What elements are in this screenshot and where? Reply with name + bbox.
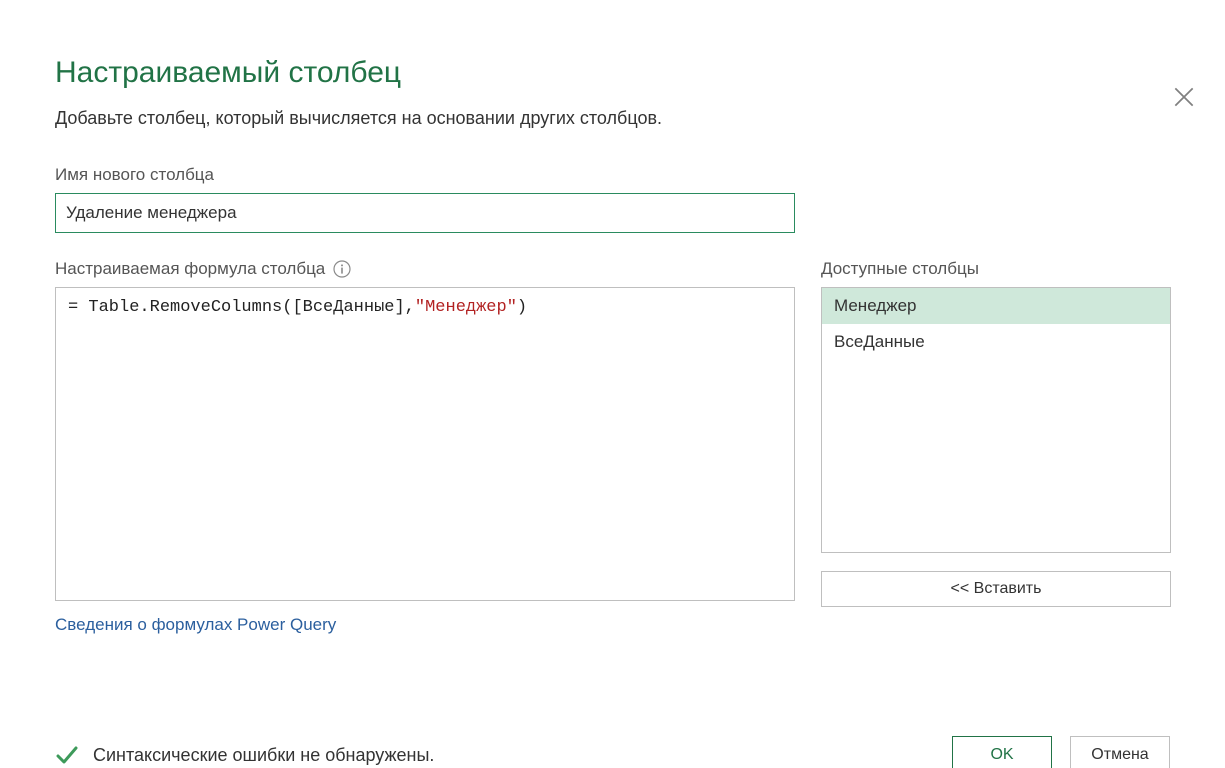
ok-button[interactable]: OK bbox=[952, 736, 1052, 768]
close-icon[interactable] bbox=[1171, 84, 1197, 110]
info-icon[interactable] bbox=[333, 260, 351, 278]
column-name-input[interactable] bbox=[55, 193, 795, 233]
check-icon bbox=[55, 743, 79, 767]
dialog-subtitle: Добавьте столбец, который вычисляется на… bbox=[55, 108, 1170, 129]
available-columns-label: Доступные столбцы bbox=[821, 259, 1171, 279]
cancel-button[interactable]: Отмена bbox=[1070, 736, 1170, 768]
formula-help-link[interactable]: Сведения о формулах Power Query bbox=[55, 615, 336, 635]
list-item[interactable]: Менеджер bbox=[822, 288, 1170, 324]
formula-input[interactable]: = Table.RemoveColumns([ВсеДанные],"Менед… bbox=[55, 287, 795, 601]
column-name-label: Имя нового столбца bbox=[55, 165, 1170, 185]
available-columns-list[interactable]: Менеджер ВсеДанные bbox=[821, 287, 1171, 553]
custom-column-dialog: Настраиваемый столбец Добавьте столбец, … bbox=[0, 56, 1225, 768]
list-item[interactable]: ВсеДанные bbox=[822, 324, 1170, 360]
status-text: Синтаксические ошибки не обнаружены. bbox=[93, 745, 434, 766]
insert-button[interactable]: << Вставить bbox=[821, 571, 1171, 607]
formula-label: Настраиваемая формула столбца bbox=[55, 259, 325, 279]
dialog-title: Настраиваемый столбец bbox=[55, 56, 1170, 90]
